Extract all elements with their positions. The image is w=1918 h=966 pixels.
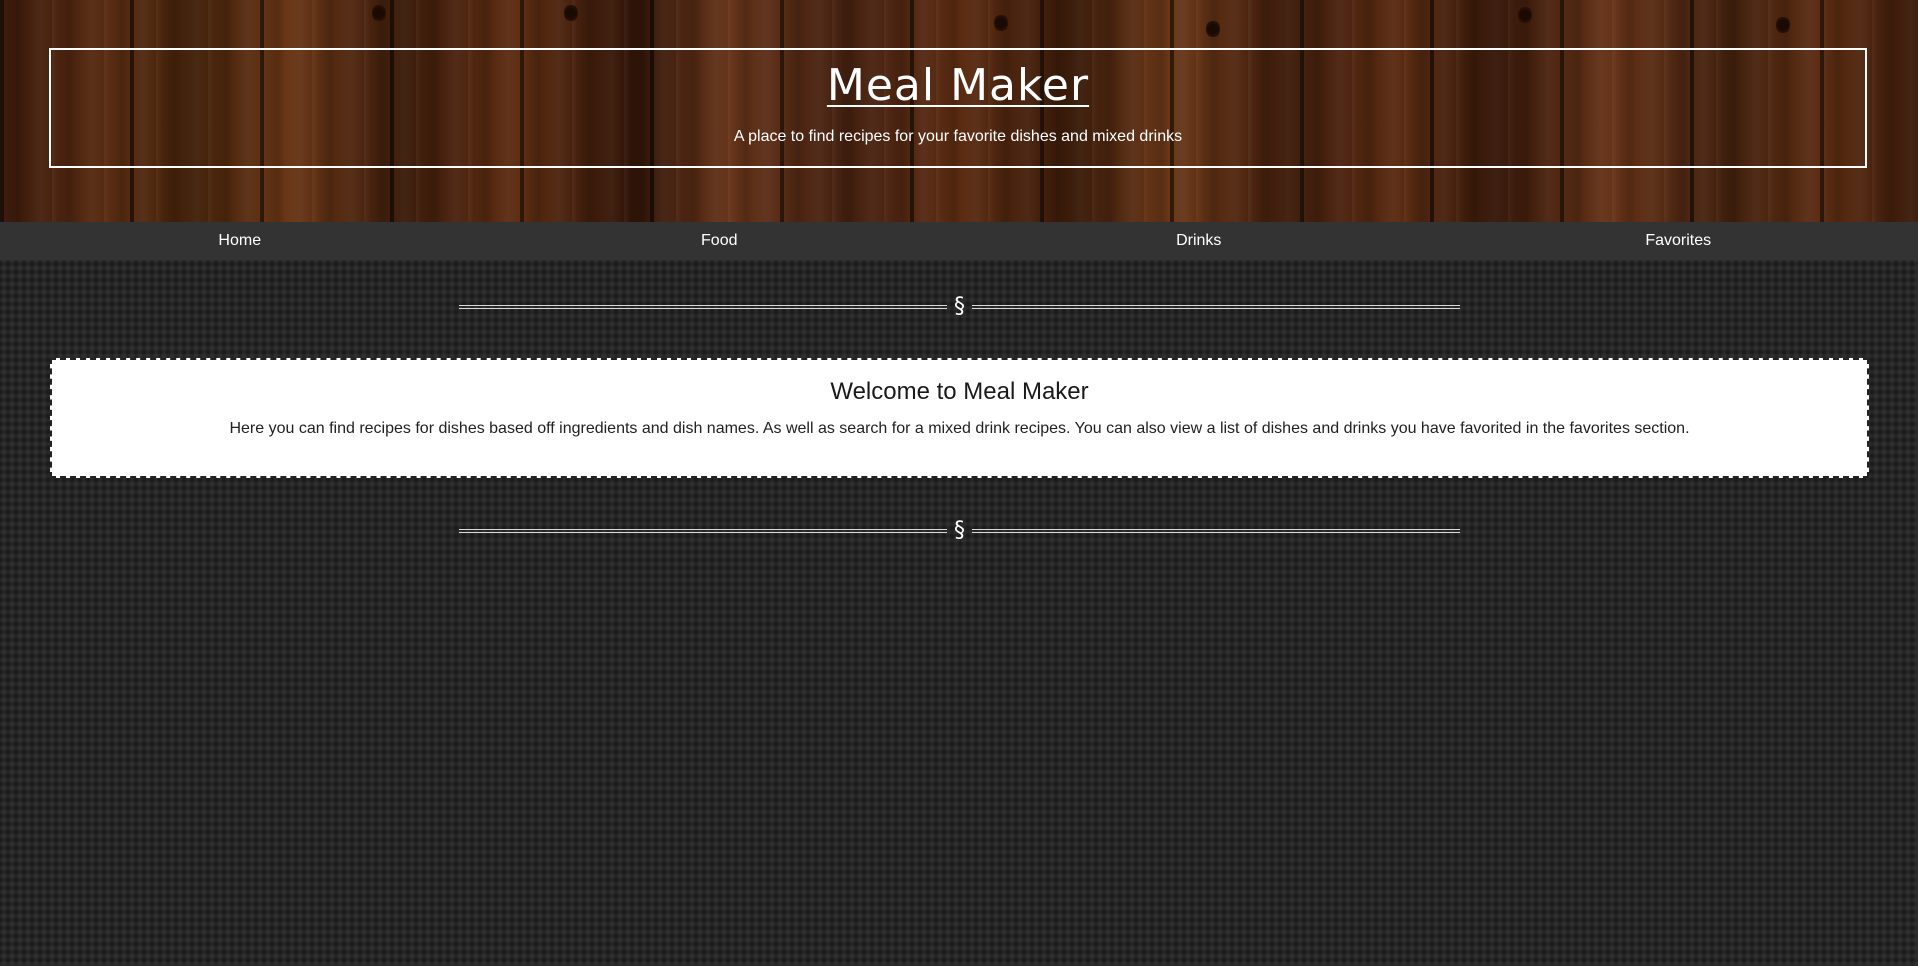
divider-line bbox=[972, 305, 1460, 309]
site-tagline: A place to find recipes for your favorit… bbox=[733, 128, 1183, 145]
site-header: Meal Maker A place to find recipes for y… bbox=[0, 0, 1918, 222]
welcome-card: Welcome to Meal Maker Here you can find … bbox=[50, 358, 1869, 478]
section-divider-bottom: § bbox=[459, 518, 1460, 545]
site-title[interactable]: Meal Maker bbox=[51, 60, 1865, 112]
wood-knot-decoration bbox=[564, 4, 578, 22]
divider-line bbox=[459, 305, 947, 309]
nav-item-favorites[interactable]: Favorites bbox=[1439, 222, 1918, 260]
section-sign-icon: § bbox=[954, 518, 965, 543]
main-nav: Home Food Drinks Favorites bbox=[0, 222, 1918, 260]
divider-line bbox=[459, 529, 947, 533]
section-divider-top: § bbox=[459, 294, 1460, 321]
welcome-text: Here you can find recipes for dishes bas… bbox=[229, 420, 1690, 437]
divider-line bbox=[972, 529, 1460, 533]
wood-knot-decoration bbox=[372, 4, 386, 22]
wood-knot-decoration bbox=[1518, 6, 1532, 24]
wood-knot-decoration bbox=[1206, 20, 1220, 38]
welcome-title: Welcome to Meal Maker bbox=[830, 378, 1089, 405]
wood-knot-decoration bbox=[1776, 16, 1790, 34]
wood-knot-decoration bbox=[994, 14, 1008, 32]
nav-item-food[interactable]: Food bbox=[480, 222, 960, 260]
section-sign-icon: § bbox=[954, 294, 965, 319]
nav-item-drinks[interactable]: Drinks bbox=[959, 222, 1439, 260]
header-title-box: Meal Maker A place to find recipes for y… bbox=[49, 48, 1867, 168]
nav-item-home[interactable]: Home bbox=[0, 222, 480, 260]
